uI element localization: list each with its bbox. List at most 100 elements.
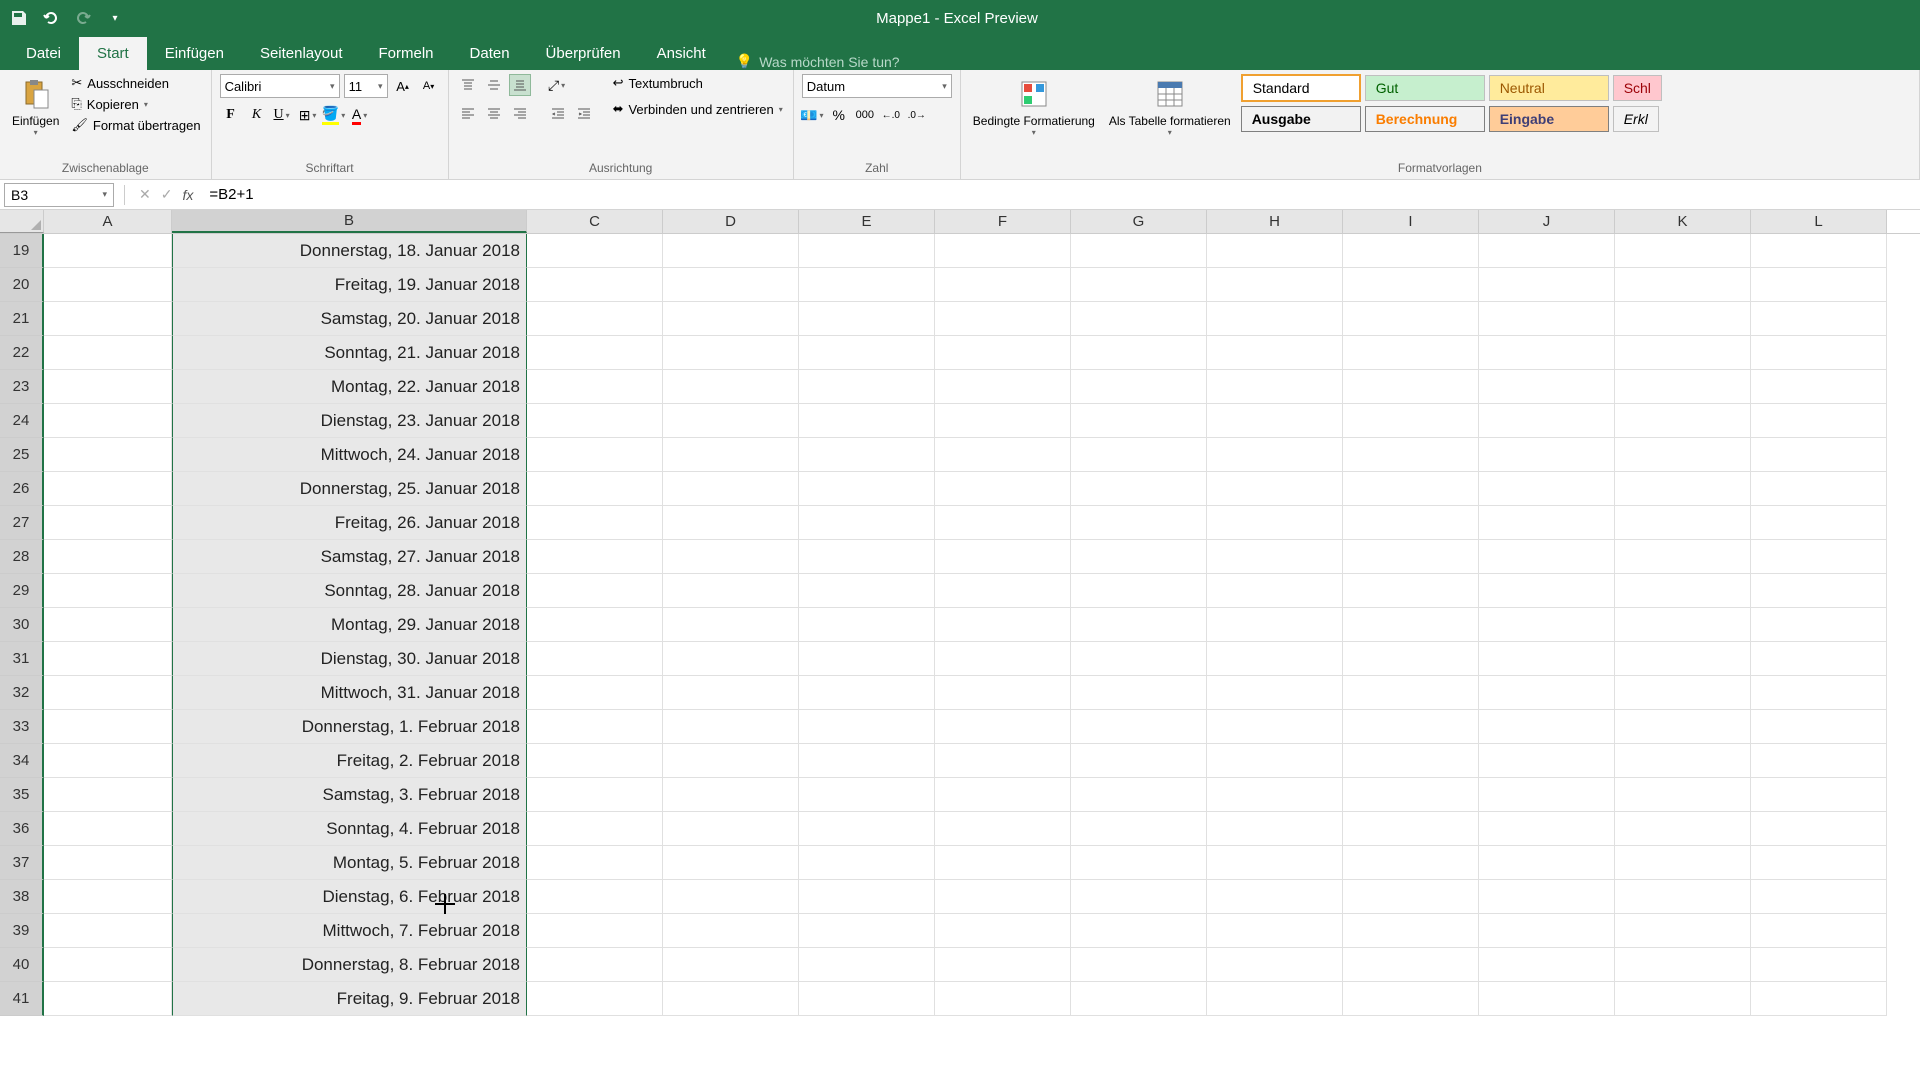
cell[interactable] <box>1071 744 1207 778</box>
style-erklarung[interactable]: Erkl <box>1613 106 1659 132</box>
cell[interactable] <box>1071 914 1207 948</box>
cell[interactable] <box>1071 676 1207 710</box>
cell[interactable] <box>1207 472 1343 506</box>
cell[interactable] <box>799 336 935 370</box>
cell[interactable] <box>1751 778 1887 812</box>
cell[interactable] <box>799 540 935 574</box>
cell[interactable] <box>799 846 935 880</box>
cell[interactable] <box>527 914 663 948</box>
cell[interactable] <box>1071 404 1207 438</box>
cell[interactable] <box>1207 336 1343 370</box>
cell[interactable] <box>1343 778 1479 812</box>
cell[interactable] <box>1751 234 1887 268</box>
cell[interactable] <box>44 914 172 948</box>
row-header[interactable]: 38 <box>0 880 44 914</box>
cell[interactable]: Dienstag, 30. Januar 2018 <box>172 642 527 676</box>
cell[interactable] <box>1071 540 1207 574</box>
cell[interactable] <box>1751 608 1887 642</box>
cell[interactable] <box>44 982 172 1016</box>
cell[interactable] <box>1071 370 1207 404</box>
cell[interactable] <box>1751 948 1887 982</box>
cell[interactable] <box>527 506 663 540</box>
cell[interactable] <box>1751 744 1887 778</box>
cell[interactable] <box>1343 370 1479 404</box>
cell[interactable] <box>1479 574 1615 608</box>
cell[interactable] <box>935 846 1071 880</box>
cell[interactable] <box>1751 506 1887 540</box>
cell[interactable] <box>799 608 935 642</box>
font-size-combo[interactable]: 11▾ <box>344 74 388 98</box>
style-standard[interactable]: Standard <box>1241 74 1361 102</box>
cell[interactable] <box>44 948 172 982</box>
cell[interactable] <box>799 642 935 676</box>
align-center-button[interactable] <box>483 102 505 124</box>
cell[interactable] <box>1343 404 1479 438</box>
increase-indent-button[interactable] <box>573 102 595 124</box>
cell[interactable] <box>1479 744 1615 778</box>
cell[interactable] <box>44 778 172 812</box>
cell[interactable] <box>799 438 935 472</box>
cell[interactable] <box>1343 608 1479 642</box>
cell[interactable] <box>799 744 935 778</box>
cell[interactable] <box>935 710 1071 744</box>
cell[interactable] <box>1751 336 1887 370</box>
cell[interactable] <box>935 880 1071 914</box>
column-header-D[interactable]: D <box>663 210 799 233</box>
cell[interactable] <box>1343 914 1479 948</box>
cell[interactable] <box>1071 778 1207 812</box>
cell[interactable] <box>1615 982 1751 1016</box>
cell[interactable] <box>799 404 935 438</box>
cell[interactable] <box>799 948 935 982</box>
cell[interactable] <box>1071 506 1207 540</box>
format-as-table-button[interactable]: Als Tabelle formatieren ▾ <box>1105 74 1235 141</box>
cell[interactable] <box>1615 574 1751 608</box>
align-right-button[interactable] <box>509 102 531 124</box>
cell[interactable] <box>44 642 172 676</box>
cell[interactable] <box>527 438 663 472</box>
cell[interactable] <box>1071 574 1207 608</box>
cell[interactable] <box>1207 778 1343 812</box>
shrink-font-button[interactable]: A▾ <box>418 75 440 97</box>
cell[interactable] <box>1479 370 1615 404</box>
decrease-indent-button[interactable] <box>547 102 569 124</box>
tab-seitenlayout[interactable]: Seitenlayout <box>242 37 361 70</box>
cell[interactable] <box>1207 404 1343 438</box>
cell[interactable] <box>1751 302 1887 336</box>
cell[interactable] <box>1615 608 1751 642</box>
cell[interactable] <box>1751 846 1887 880</box>
cell[interactable] <box>527 370 663 404</box>
cell[interactable] <box>1479 336 1615 370</box>
cell[interactable] <box>527 234 663 268</box>
cell[interactable] <box>663 438 799 472</box>
cell[interactable] <box>663 404 799 438</box>
row-header[interactable]: 32 <box>0 676 44 710</box>
style-gut[interactable]: Gut <box>1365 75 1485 101</box>
cell[interactable] <box>663 370 799 404</box>
align-bottom-button[interactable] <box>509 74 531 96</box>
italic-button[interactable]: K <box>246 104 268 126</box>
cell[interactable] <box>935 676 1071 710</box>
cell[interactable] <box>1615 880 1751 914</box>
cell[interactable] <box>1479 778 1615 812</box>
cell[interactable] <box>935 234 1071 268</box>
cell[interactable]: Freitag, 9. Februar 2018 <box>172 982 527 1016</box>
column-header-C[interactable]: C <box>527 210 663 233</box>
cell[interactable] <box>44 438 172 472</box>
row-header[interactable]: 29 <box>0 574 44 608</box>
row-header[interactable]: 27 <box>0 506 44 540</box>
cell[interactable] <box>663 914 799 948</box>
tab-formeln[interactable]: Formeln <box>361 37 452 70</box>
cell[interactable]: Dienstag, 6. Februar 2018 <box>172 880 527 914</box>
cell[interactable] <box>1615 710 1751 744</box>
cell[interactable] <box>1479 846 1615 880</box>
cell[interactable] <box>1479 914 1615 948</box>
cell[interactable] <box>935 982 1071 1016</box>
cell[interactable] <box>1071 948 1207 982</box>
cell[interactable] <box>1615 744 1751 778</box>
select-all-corner[interactable] <box>0 210 44 233</box>
save-icon[interactable] <box>10 9 28 27</box>
border-button[interactable]: ⊞▾ <box>298 104 320 126</box>
cell[interactable] <box>1207 268 1343 302</box>
paste-button[interactable]: Einfügen ▾ <box>8 74 63 141</box>
cell[interactable]: Donnerstag, 18. Januar 2018 <box>172 234 527 268</box>
